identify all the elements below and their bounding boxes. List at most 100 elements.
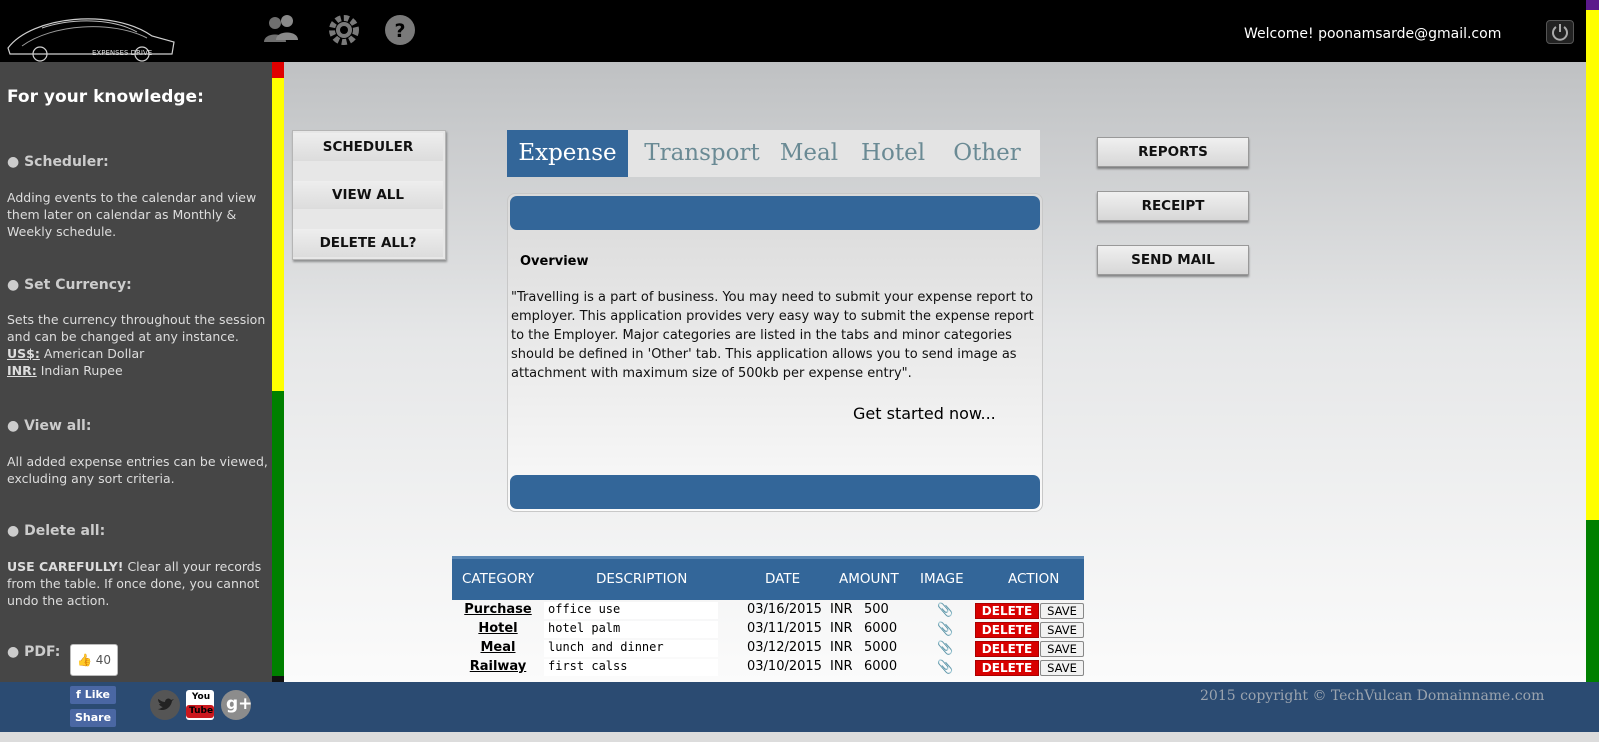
row-date: 03/11/2015: [747, 621, 822, 636]
like-label: Like: [84, 688, 110, 701]
youtube-icon[interactable]: You Tube: [186, 690, 214, 720]
delete-button[interactable]: DELETE: [975, 641, 1039, 657]
pdf-heading: ● PDF:: [7, 644, 61, 660]
view-all-button[interactable]: VIEW ALL: [293, 181, 443, 209]
inr-label: INR:: [7, 363, 37, 378]
gear-icon[interactable]: [326, 12, 362, 48]
save-button[interactable]: SAVE: [1040, 622, 1084, 638]
table-row: Railway first calss 03/10/2015 INR 6000 …: [452, 659, 1084, 678]
row-amount: 5000: [864, 640, 898, 655]
facebook-share-button[interactable]: Share: [70, 709, 116, 727]
col-description[interactable]: DESCRIPTION: [596, 571, 687, 587]
send-mail-button[interactable]: SEND MAIL: [1097, 245, 1249, 275]
like-count: 40: [95, 653, 112, 667]
paperclip-icon[interactable]: 📎: [937, 660, 953, 675]
like-counter: 👍 40: [70, 644, 118, 676]
delete-all-heading: ● Delete all:: [7, 523, 106, 539]
delete-button[interactable]: DELETE: [975, 622, 1039, 638]
facebook-icon: f: [76, 688, 81, 701]
table-row: Hotel hotel palm 03/11/2015 INR 6000 📎 D…: [452, 621, 1084, 640]
save-button[interactable]: SAVE: [1040, 641, 1084, 657]
delete-all-button[interactable]: DELETE ALL?: [293, 229, 443, 257]
facebook-like-button[interactable]: f Like: [70, 686, 116, 704]
col-category[interactable]: CATEGORY: [462, 571, 534, 587]
twitter-icon[interactable]: [150, 690, 180, 720]
edge-stripe-purple: [1586, 0, 1599, 10]
table-row: Purchase office use 03/16/2015 INR 500 📎…: [452, 602, 1084, 621]
row-description[interactable]: lunch and dinner: [544, 640, 718, 657]
row-currency: INR: [830, 640, 853, 655]
panel-header-bar: [510, 196, 1040, 230]
row-date: 03/12/2015: [747, 640, 822, 655]
row-category[interactable]: Meal: [452, 640, 544, 655]
copyright-text: 2015 copyright © TechVulcan Domainname.c…: [1200, 688, 1545, 704]
row-category[interactable]: Hotel: [452, 621, 544, 636]
row-amount: 500: [864, 602, 889, 617]
row-description[interactable]: office use: [544, 602, 718, 619]
row-category[interactable]: Purchase: [452, 602, 544, 617]
expense-table: CATEGORY DESCRIPTION DATE AMOUNT IMAGE A…: [452, 556, 1084, 682]
edge-stripe-green: [1586, 520, 1599, 682]
logo-text: EXPENSES DRIVE: [92, 49, 153, 57]
delete-warning: USE CAREFULLY!: [7, 559, 124, 574]
save-button[interactable]: SAVE: [1040, 603, 1084, 619]
tab-meal[interactable]: Meal: [769, 130, 849, 177]
overview-text: "Travelling is a part of business. You m…: [511, 290, 1034, 381]
category-tabs: Expense Transport Meal Hotel Other: [507, 130, 1040, 177]
col-amount[interactable]: AMOUNT: [839, 571, 899, 587]
stripe-red: [272, 62, 284, 78]
paperclip-icon[interactable]: 📎: [937, 641, 953, 656]
google-plus-icon[interactable]: g+: [221, 690, 252, 720]
row-date: 03/16/2015: [747, 602, 822, 617]
row-currency: INR: [830, 659, 853, 674]
tab-transport[interactable]: Transport: [637, 130, 767, 177]
get-started-link[interactable]: Get started now...: [853, 404, 996, 423]
scheduler-text: Adding events to the calendar and view t…: [7, 190, 257, 239]
footer-bar: f Like Share You Tube g+ 2015 copyright …: [0, 682, 1599, 732]
table-row: Meal lunch and dinner 03/12/2015 INR 500…: [452, 640, 1084, 659]
youtube-label: You Tube: [188, 692, 214, 716]
thumbs-up-icon: 👍: [76, 653, 92, 667]
save-button[interactable]: SAVE: [1040, 660, 1084, 676]
sidebar-title: For your knowledge:: [7, 87, 204, 107]
tab-expense[interactable]: Expense: [507, 130, 628, 177]
reports-button[interactable]: REPORTS: [1097, 137, 1249, 167]
col-date[interactable]: DATE: [765, 571, 800, 587]
paperclip-icon[interactable]: 📎: [937, 603, 953, 618]
welcome-text: Welcome! poonamsarde@gmail.com: [1244, 26, 1502, 42]
inr-text: Indian Rupee: [36, 363, 123, 378]
overview-panel: Overview "Travelling is a part of busine…: [507, 193, 1043, 512]
paperclip-icon[interactable]: 📎: [937, 622, 953, 637]
scheduler-button[interactable]: SCHEDULER: [293, 133, 443, 161]
view-all-heading: ● View all:: [7, 418, 92, 434]
delete-button[interactable]: DELETE: [975, 603, 1039, 619]
stripe-yellow: [272, 78, 284, 391]
row-description[interactable]: hotel palm: [544, 621, 718, 638]
edge-stripe-yellow: [1586, 10, 1599, 520]
tab-hotel[interactable]: Hotel: [851, 130, 935, 177]
row-category[interactable]: Railway: [452, 659, 544, 674]
currency-heading: ● Set Currency:: [7, 277, 132, 293]
knowledge-sidebar: For your knowledge: ● Scheduler: Adding …: [0, 62, 272, 682]
receipt-button[interactable]: RECEIPT: [1097, 191, 1249, 221]
delete-button[interactable]: DELETE: [975, 660, 1039, 676]
currency-text: Sets the currency throughout the session…: [7, 311, 269, 379]
row-amount: 6000: [864, 659, 898, 674]
row-currency: INR: [830, 621, 853, 636]
row-description[interactable]: first calss: [544, 659, 718, 676]
power-icon[interactable]: [1546, 20, 1574, 44]
status-strip: [0, 732, 1599, 742]
overview-heading: Overview: [520, 254, 589, 269]
usd-text: American Dollar: [39, 346, 145, 361]
col-action[interactable]: ACTION: [1008, 571, 1059, 587]
svg-text:?: ?: [394, 20, 405, 42]
row-amount: 6000: [864, 621, 898, 636]
users-icon[interactable]: [262, 12, 298, 48]
tab-other[interactable]: Other: [937, 130, 1037, 177]
app-logo[interactable]: EXPENSES DRIVE: [2, 6, 178, 62]
delete-all-text: USE CAREFULLY! Clear all your records fr…: [7, 558, 269, 609]
view-all-text: All added expense entries can be viewed,…: [7, 454, 268, 486]
stripe-green: [272, 391, 284, 676]
col-image[interactable]: IMAGE: [920, 571, 964, 587]
help-icon[interactable]: ?: [382, 12, 418, 48]
